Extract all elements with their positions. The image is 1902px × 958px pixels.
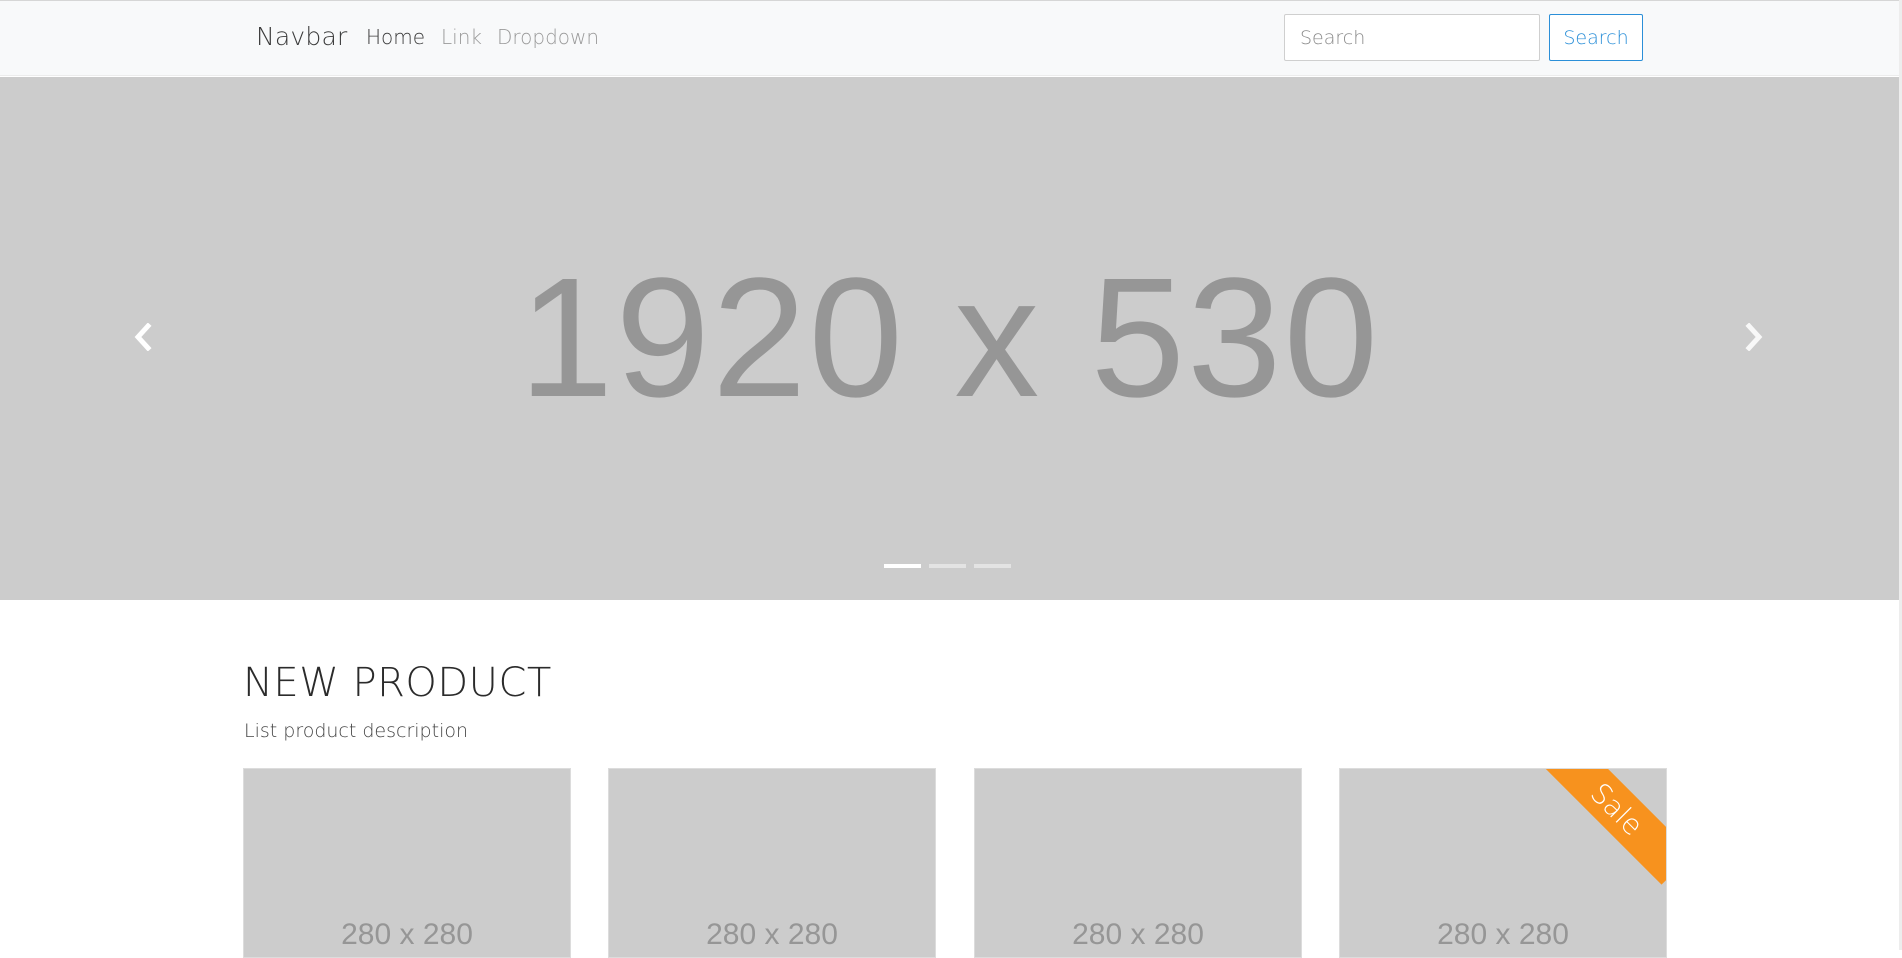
product-image-placeholder: 280 x 280 — [341, 918, 473, 951]
product-card[interactable]: 280 x 280 — [974, 768, 1302, 958]
chevron-right-icon — [1745, 323, 1763, 351]
carousel-indicator-3[interactable] — [974, 564, 1011, 568]
carousel-prev-button[interactable] — [123, 317, 163, 357]
carousel-indicator-1[interactable] — [884, 564, 921, 568]
nav-link-dropdown[interactable]: Dropdown — [497, 25, 599, 49]
nav-link-link[interactable]: Link — [441, 25, 482, 49]
product-card[interactable]: 280 x 280 — [243, 768, 571, 958]
page: Navbar Home Link Dropdown Search 1920 x … — [0, 0, 1902, 958]
product-image-placeholder: 280 x 280 — [706, 918, 838, 951]
carousel-indicator-2[interactable] — [929, 564, 966, 568]
carousel-next-button[interactable] — [1734, 317, 1774, 357]
hero-carousel: 1920 x 530 — [0, 77, 1899, 600]
section-description: List product description — [244, 720, 469, 742]
product-card[interactable]: 280 x 280 Sale — [1339, 768, 1667, 958]
search-input[interactable] — [1284, 14, 1540, 61]
product-card[interactable]: 280 x 280 — [608, 768, 936, 958]
section-title: NEW PRODUCT — [243, 660, 552, 706]
product-image-placeholder: 280 x 280 — [1072, 918, 1204, 951]
product-image-placeholder: 280 x 280 — [1437, 918, 1569, 951]
chevron-left-icon — [134, 323, 152, 351]
search-button[interactable]: Search — [1549, 14, 1643, 61]
carousel-slide-placeholder: 1920 x 530 — [518, 242, 1381, 433]
sale-ribbon: Sale — [1541, 769, 1666, 885]
navbar: Navbar Home Link Dropdown Search — [0, 0, 1899, 76]
nav-link-home[interactable]: Home — [366, 25, 425, 49]
navbar-brand[interactable]: Navbar — [256, 22, 347, 51]
